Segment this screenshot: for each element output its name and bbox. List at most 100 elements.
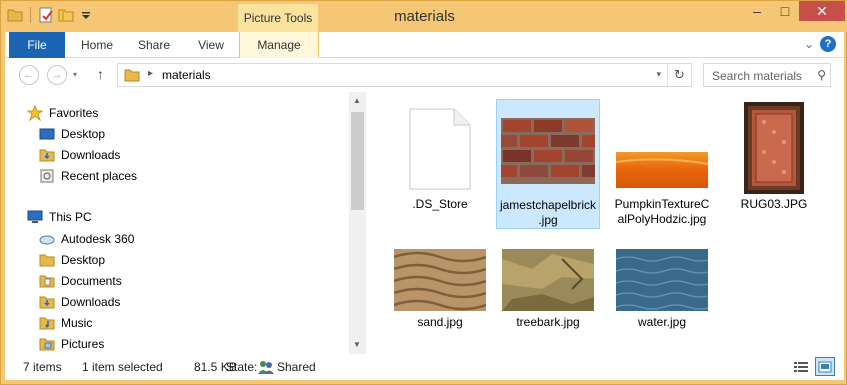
nav-label: Favorites bbox=[49, 106, 99, 120]
downloads-folder-icon bbox=[39, 296, 55, 309]
water-thumb bbox=[616, 249, 708, 311]
documents-folder-icon bbox=[39, 275, 55, 288]
nav-pc-downloads[interactable]: Downloads bbox=[39, 292, 120, 312]
shared-users-icon bbox=[258, 361, 274, 374]
nav-label: Autodesk 360 bbox=[61, 232, 135, 246]
back-button[interactable]: ← bbox=[19, 65, 39, 85]
address-bar[interactable]: ▸ materials ▾ ↻ bbox=[117, 63, 692, 87]
scrollbar-thumb[interactable] bbox=[351, 112, 364, 210]
file-item[interactable]: sand.jpg bbox=[388, 242, 492, 332]
address-row: ← → ▾ ↑ ▸ materials ▾ ↻ Search materials… bbox=[5, 58, 844, 92]
nav-scrollbar[interactable]: ▲ ▼ bbox=[349, 92, 366, 354]
ribbon-right-controls: ⌄ ? bbox=[804, 36, 836, 52]
nav-downloads[interactable]: Downloads bbox=[39, 145, 120, 165]
nav-label: Downloads bbox=[61, 148, 121, 162]
rug-thumb bbox=[744, 102, 804, 194]
up-button[interactable]: ↑ bbox=[97, 66, 104, 82]
tab-share[interactable]: Share bbox=[129, 32, 179, 58]
large-icons-view-button[interactable] bbox=[815, 357, 835, 376]
tab-view[interactable]: View bbox=[189, 32, 233, 58]
nav-this-pc[interactable]: This PC bbox=[27, 207, 92, 227]
breadcrumb-materials[interactable]: materials bbox=[162, 68, 211, 82]
nav-documents[interactable]: Documents bbox=[39, 271, 122, 291]
file-name: treebark.jpg bbox=[516, 315, 580, 329]
scroll-down-icon[interactable]: ▼ bbox=[353, 340, 361, 349]
expand-ribbon-icon[interactable]: ⌄ bbox=[804, 37, 814, 51]
chevron-down-icon[interactable]: ▾ bbox=[656, 69, 661, 80]
state-value: Shared bbox=[277, 360, 316, 374]
selection-count: 1 item selected bbox=[82, 360, 163, 374]
picture-tools-header: Picture Tools bbox=[238, 4, 318, 32]
brick-thumb bbox=[501, 118, 595, 184]
content-area: Favorites Desktop Downloads Recent place… bbox=[5, 92, 844, 354]
star-icon bbox=[27, 105, 43, 121]
nav-label: Documents bbox=[61, 274, 122, 288]
properties-icon[interactable] bbox=[38, 7, 54, 23]
file-item-selected[interactable]: jamestchapelbrick.jpg bbox=[496, 99, 600, 229]
file-item[interactable]: water.jpg bbox=[610, 242, 714, 332]
music-folder-icon bbox=[39, 317, 55, 330]
blank-file-icon bbox=[409, 108, 471, 190]
sand-thumb bbox=[394, 249, 486, 311]
nav-label: Downloads bbox=[61, 295, 121, 309]
file-pane: .DS_Store jamestchapelbrick.jpg PumpkinT… bbox=[366, 92, 844, 354]
nav-desktop[interactable]: Desktop bbox=[39, 124, 105, 144]
item-count: 7 items bbox=[23, 360, 62, 374]
ribbon: File Home Share View Manage ⌄ ? bbox=[5, 32, 844, 58]
new-folder-icon[interactable] bbox=[58, 7, 74, 23]
search-input[interactable]: Search materials bbox=[712, 69, 802, 83]
maximize-button[interactable]: □ bbox=[771, 1, 799, 21]
nav-label: Music bbox=[61, 316, 93, 330]
file-name: water.jpg bbox=[637, 315, 687, 329]
search-box[interactable]: Search materials ⚲ bbox=[703, 63, 831, 87]
details-view-icon bbox=[794, 361, 808, 372]
nav-label: Desktop bbox=[61, 253, 106, 267]
minimize-button[interactable]: – bbox=[743, 1, 771, 21]
nav-pictures[interactable]: Pictures bbox=[39, 334, 104, 354]
file-name: jamestchapelbrick.jpg bbox=[499, 198, 597, 227]
explorer-window: Picture Tools materials – □ ✕ File Home … bbox=[0, 0, 847, 385]
file-item[interactable]: .DS_Store bbox=[388, 99, 492, 219]
help-icon[interactable]: ? bbox=[820, 36, 836, 52]
file-name: PumpkinTextureCalPolyHodzic.jpg bbox=[614, 197, 710, 226]
quick-access-toolbar bbox=[7, 7, 94, 23]
nav-favorites[interactable]: Favorites bbox=[27, 103, 98, 123]
window-title: materials bbox=[394, 8, 455, 25]
pictures-folder-icon bbox=[39, 338, 55, 351]
customize-qat-icon[interactable] bbox=[78, 7, 94, 23]
close-button[interactable]: ✕ bbox=[799, 1, 845, 21]
forward-button[interactable]: → bbox=[47, 65, 67, 85]
treebark-thumb bbox=[502, 249, 594, 311]
folder-icon[interactable] bbox=[7, 7, 23, 23]
window-controls: – □ ✕ bbox=[743, 1, 845, 21]
downloads-folder-icon bbox=[39, 149, 55, 162]
file-item[interactable]: RUG03.JPG bbox=[722, 99, 826, 219]
details-view-button[interactable] bbox=[791, 357, 811, 376]
computer-icon bbox=[27, 210, 43, 223]
tab-manage[interactable]: Manage bbox=[239, 32, 319, 58]
tab-home[interactable]: Home bbox=[75, 32, 119, 58]
pumpkin-thumb bbox=[616, 152, 708, 188]
tab-file[interactable]: File bbox=[9, 32, 65, 58]
nav-pc-desktop[interactable]: Desktop bbox=[39, 250, 105, 270]
toolbar-separator bbox=[30, 7, 31, 23]
file-item[interactable]: treebark.jpg bbox=[496, 242, 600, 332]
refresh-button[interactable]: ↻ bbox=[667, 64, 691, 86]
large-icons-view-icon bbox=[818, 361, 832, 372]
nav-label: Recent places bbox=[61, 169, 138, 183]
nav-autodesk-360[interactable]: Autodesk 360 bbox=[39, 229, 134, 249]
nav-music[interactable]: Music bbox=[39, 313, 92, 333]
file-name: .DS_Store bbox=[412, 197, 468, 211]
scroll-up-icon[interactable]: ▲ bbox=[353, 96, 361, 105]
cloud-icon bbox=[39, 235, 55, 245]
status-bar: 7 items 1 item selected 81.5 KB State: S… bbox=[5, 354, 844, 380]
recent-locations-icon[interactable]: ▾ bbox=[73, 70, 77, 79]
search-icon[interactable]: ⚲ bbox=[817, 68, 826, 82]
state-label: State: bbox=[226, 360, 258, 374]
nav-recent-places[interactable]: Recent places bbox=[39, 166, 137, 186]
recent-places-icon bbox=[40, 169, 54, 183]
file-item[interactable]: PumpkinTextureCalPolyHodzic.jpg bbox=[610, 99, 714, 239]
chevron-right-icon[interactable]: ▸ bbox=[148, 68, 153, 79]
file-name: RUG03.JPG bbox=[740, 197, 808, 211]
nav-label: Desktop bbox=[61, 127, 106, 141]
